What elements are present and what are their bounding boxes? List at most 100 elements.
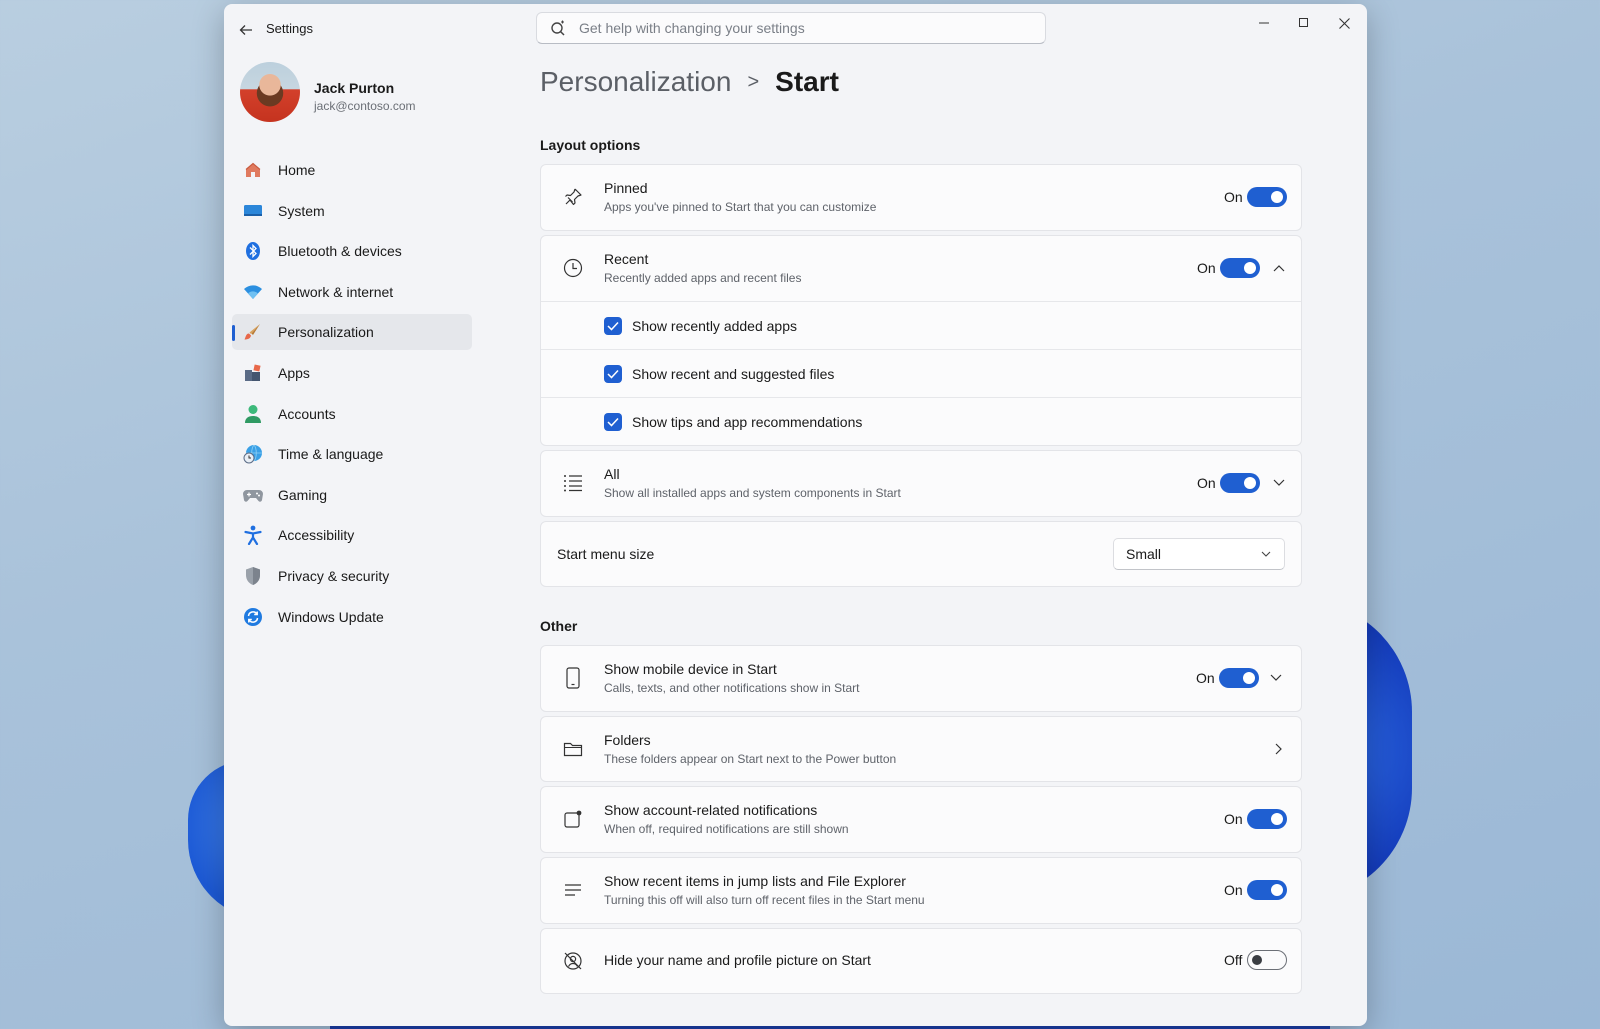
sidebar-item-apps[interactable]: Apps <box>232 355 472 391</box>
wifi-icon <box>242 281 264 303</box>
search-sparkle-icon <box>549 18 569 38</box>
section-title-layout: Layout options <box>540 137 641 153</box>
update-icon <box>242 606 264 628</box>
breadcrumb: Personalization > Start <box>540 62 839 102</box>
toggle-state-label: On <box>1196 670 1215 686</box>
home-icon <box>242 159 264 181</box>
chevron-down-icon <box>1258 546 1274 562</box>
checkbox-checked[interactable] <box>604 412 622 431</box>
breadcrumb-separator: > <box>747 70 760 93</box>
mobile-device-toggle[interactable] <box>1219 668 1259 688</box>
pin-icon <box>561 185 585 209</box>
sidebar-item-label: Windows Update <box>278 608 384 625</box>
recent-option-row[interactable]: Show tips and app recommendations <box>541 397 1301 445</box>
settings-window: Settings Jack Purton jack@contoso.com Ho… <box>224 4 1367 1026</box>
sidebar-item-label: Time & language <box>278 446 384 463</box>
pinned-toggle[interactable] <box>1247 187 1287 207</box>
setting-title: Show recent items in jump lists and File… <box>604 873 906 889</box>
setting-description: These folders appear on Start next to th… <box>604 752 897 766</box>
setting-title: Pinned <box>604 180 648 196</box>
maximize-button[interactable] <box>1284 8 1324 38</box>
page-title: Start <box>775 66 839 97</box>
recent-toggle[interactable] <box>1220 258 1260 278</box>
option-label: Show tips and app recommendations <box>632 413 863 430</box>
setting-description: Calls, texts, and other notifications sh… <box>604 681 860 695</box>
breadcrumb-parent[interactable]: Personalization <box>540 66 731 98</box>
apps-icon <box>242 362 264 384</box>
chevron-right-icon[interactable] <box>1269 739 1289 759</box>
chevron-down-icon[interactable] <box>1266 668 1286 688</box>
sidebar-item-label: Home <box>278 162 316 178</box>
toggle-state-label: On <box>1224 189 1243 205</box>
checkmark-icon <box>607 369 619 379</box>
hide-name-toggle[interactable] <box>1247 950 1287 970</box>
setting-recent-items: Show recent items in jump lists and File… <box>540 857 1302 924</box>
close-button[interactable] <box>1324 8 1364 38</box>
account-icon <box>242 403 264 425</box>
dropdown-value: Small <box>1126 546 1162 562</box>
toggle-state-label: Off <box>1224 952 1243 968</box>
sidebar-item-gaming[interactable]: Gaming <box>232 477 472 513</box>
sidebar-nav: Home System Bluetooth & devices Network … <box>232 152 472 639</box>
user-name: Jack Purton <box>314 80 395 96</box>
setting-mobile-device[interactable]: Show mobile device in Start Calls, texts… <box>540 645 1302 712</box>
sidebar-item-accessibility[interactable]: Accessibility <box>232 517 472 553</box>
setting-title: All <box>604 466 620 482</box>
menu-size-dropdown[interactable]: Small <box>1113 538 1285 570</box>
checkmark-icon <box>607 417 619 427</box>
recent-items-toggle[interactable] <box>1247 880 1287 900</box>
system-icon <box>242 200 264 222</box>
setting-title: Show account-related notifications <box>604 802 818 818</box>
avatar[interactable] <box>240 62 300 122</box>
phone-icon <box>561 666 585 690</box>
sidebar-item-label: Privacy & security <box>278 567 390 584</box>
recent-header[interactable]: Recent Recently added apps and recent fi… <box>541 236 1301 301</box>
maximize-icon <box>1299 18 1308 27</box>
option-label: Show recently added apps <box>632 317 797 334</box>
all-toggle[interactable] <box>1220 473 1260 493</box>
setting-start-menu-size: Start menu size Small <box>540 521 1302 587</box>
back-button[interactable] <box>234 18 258 42</box>
sidebar-item-label: Gaming <box>278 486 328 503</box>
hide-profile-icon <box>561 949 585 973</box>
sidebar-item-personalization[interactable]: Personalization <box>232 314 472 351</box>
setting-recent: Recent Recently added apps and recent fi… <box>540 235 1302 446</box>
minimize-icon <box>1259 22 1269 24</box>
user-email: jack@contoso.com <box>314 99 416 113</box>
chevron-up-icon[interactable] <box>1269 258 1289 278</box>
sidebar-item-privacy-security[interactable]: Privacy & security <box>232 558 472 594</box>
setting-title: Hide your name and profile picture on St… <box>604 952 871 968</box>
sidebar-item-windows-update[interactable]: Windows Update <box>232 599 472 635</box>
bluetooth-icon <box>242 240 264 262</box>
sidebar-item-label: Apps <box>278 364 310 381</box>
search-box[interactable] <box>536 12 1046 44</box>
checkbox-checked[interactable] <box>604 364 622 383</box>
accessibility-icon <box>242 524 264 546</box>
search-input[interactable] <box>577 19 1021 37</box>
recent-option-row[interactable]: Show recent and suggested files <box>541 349 1301 397</box>
setting-folders[interactable]: Folders These folders appear on Start ne… <box>540 716 1302 782</box>
lines-icon <box>561 878 585 902</box>
setting-title: Start menu size <box>557 546 655 562</box>
setting-description: Turning this off will also turn off rece… <box>604 893 925 907</box>
setting-description: Apps you've pinned to Start that you can… <box>604 200 877 214</box>
setting-all[interactable]: All Show all installed apps and system c… <box>540 450 1302 517</box>
toggle-state-label: On <box>1224 811 1243 827</box>
setting-title: Show mobile device in Start <box>604 661 777 677</box>
folder-icon <box>561 737 585 761</box>
sidebar-item-network[interactable]: Network & internet <box>232 274 472 310</box>
gamepad-icon <box>242 484 264 506</box>
recent-option-row[interactable]: Show recently added apps <box>541 301 1301 349</box>
toggle-state-label: On <box>1197 475 1216 491</box>
sidebar-item-bluetooth[interactable]: Bluetooth & devices <box>232 233 472 269</box>
account-notifications-toggle[interactable] <box>1247 809 1287 829</box>
chevron-down-icon[interactable] <box>1269 473 1289 493</box>
sidebar-item-accounts[interactable]: Accounts <box>232 396 472 432</box>
checkbox-checked[interactable] <box>604 316 622 335</box>
sidebar-item-home[interactable]: Home <box>232 152 472 188</box>
minimize-button[interactable] <box>1244 8 1284 38</box>
sidebar-item-system[interactable]: System <box>232 193 472 229</box>
setting-title: Recent <box>604 251 649 267</box>
toggle-state-label: On <box>1197 260 1216 276</box>
sidebar-item-time-language[interactable]: Time & language <box>232 436 472 472</box>
